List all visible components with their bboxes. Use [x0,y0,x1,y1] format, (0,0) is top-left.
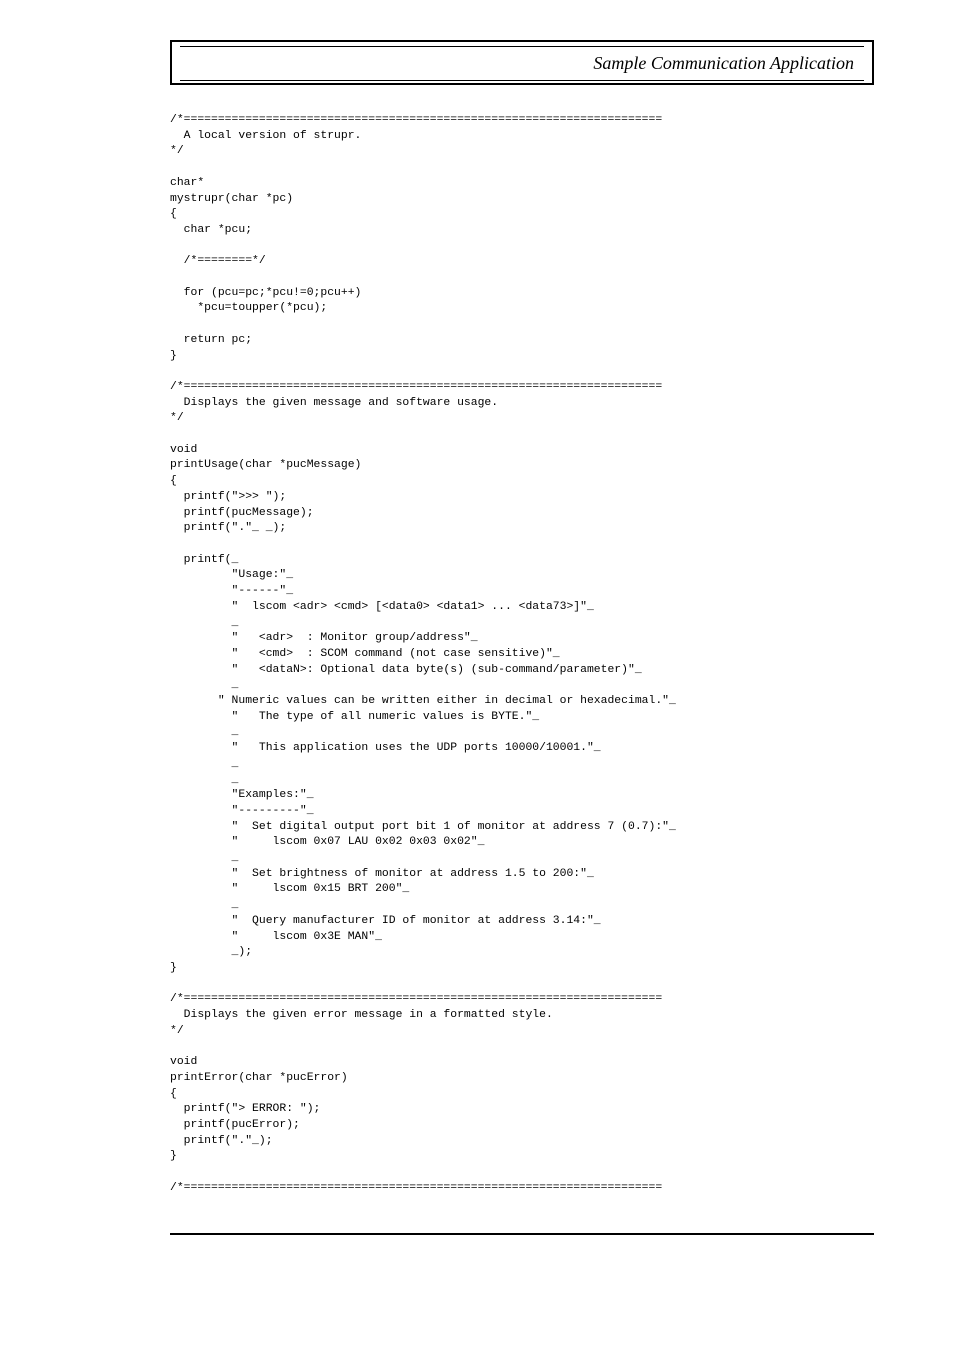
header-inner-frame: Sample Communication Application [180,46,864,81]
code-block: /*======================================… [170,113,874,1197]
header-title: Sample Communication Application [593,53,854,73]
document-page: Sample Communication Application /*=====… [0,0,954,1351]
footer-rule [170,1233,874,1235]
header-outer-frame: Sample Communication Application [170,40,874,85]
